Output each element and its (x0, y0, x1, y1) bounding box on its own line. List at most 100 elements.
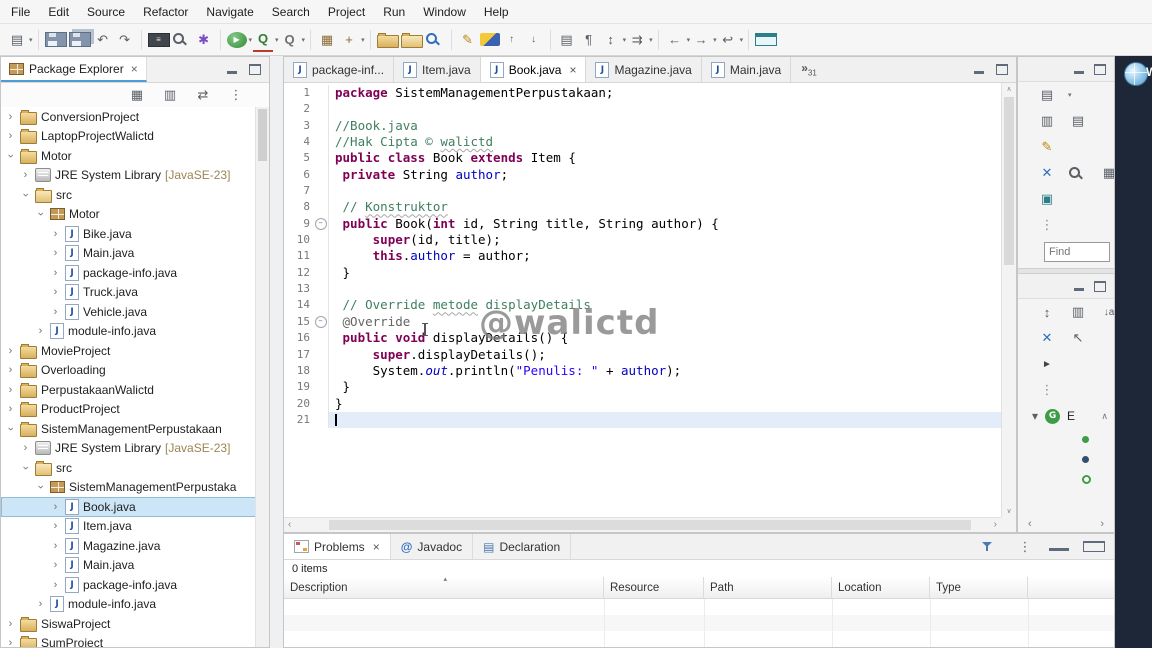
find-input[interactable] (1044, 242, 1110, 262)
code-text[interactable]: public class Book extends Item { (329, 150, 1001, 166)
code-text[interactable] (329, 101, 1001, 117)
column-header-resource[interactable]: Resource (604, 577, 704, 598)
editor-tab-item-java[interactable]: J Item.java (394, 57, 481, 82)
chevron-collapsed-icon[interactable]: › (50, 306, 61, 318)
link-with-editor-icon[interactable]: ⇄ (193, 84, 213, 106)
scroll-right-icon[interactable]: › (1100, 518, 1104, 530)
menu-help[interactable]: Help (475, 2, 518, 22)
package-explorer-tab[interactable]: Package Explorer × (1, 57, 147, 82)
code-line[interactable]: 15− @Override (284, 313, 1001, 331)
next-annotation-icon[interactable]: ↓ (524, 29, 544, 51)
chevron-down-icon[interactable]: ▾ (1032, 409, 1038, 423)
chevron-collapsed-icon[interactable]: › (5, 618, 16, 630)
code-line[interactable]: 19 } (284, 379, 1001, 396)
menu-project[interactable]: Project (319, 2, 374, 22)
tree-item-truck-java[interactable]: › J Truck.java (1, 283, 256, 303)
import-icon[interactable]: ▣ (1037, 188, 1057, 210)
tree-item-productproject[interactable]: › ProductProject (1, 400, 256, 420)
tree-item-sumproject[interactable]: › SumProject (1, 634, 256, 647)
dropdown-arrow-icon[interactable]: ▾ (361, 36, 365, 44)
code-text[interactable]: package SistemManagementPerpustakaan; (329, 85, 1001, 101)
chevron-expanded-icon[interactable]: › (20, 462, 32, 473)
close-view-icon[interactable]: × (131, 62, 138, 76)
editor-horizontal-scrollbar[interactable]: ‹ › (284, 517, 1001, 532)
tree-item-sistemmanagementperpustaka[interactable]: › SistemManagementPerpustaka (1, 478, 256, 498)
profile-icon[interactable]: Q (280, 29, 300, 51)
code-line[interactable]: 12 } (284, 264, 1001, 282)
drag-handle-icon[interactable]: ⋮ (1037, 379, 1057, 401)
clear-icon[interactable]: ✕ (1037, 327, 1057, 349)
chevron-expanded-icon[interactable]: › (35, 482, 47, 493)
chevron-collapsed-icon[interactable]: › (5, 130, 16, 142)
search-small-icon[interactable] (1068, 166, 1088, 181)
chevron-collapsed-icon[interactable]: › (35, 325, 46, 337)
editor-tab-main-java[interactable]: J Main.java (702, 57, 792, 82)
dropdown-arrow-icon[interactable]: ▾ (687, 36, 691, 44)
save-icon[interactable] (44, 32, 67, 47)
code-text[interactable]: } (329, 379, 1001, 395)
status-badge[interactable]: G (1045, 408, 1061, 424)
minimize-icon[interactable] (1074, 287, 1084, 291)
code-line[interactable]: 18 System.out.println("Penulis: " + auth… (284, 362, 1001, 380)
code-text[interactable]: super.displayDetails(); (329, 347, 1001, 363)
code-text[interactable]: //Hak Cipta © walictd (329, 134, 1001, 150)
column-header-location[interactable]: Location (832, 577, 930, 598)
problems-table-body[interactable] (284, 599, 1114, 647)
folder-closed-icon[interactable] (376, 32, 399, 48)
code-line[interactable]: 2 (284, 101, 1001, 118)
rail-tree-item[interactable] (1018, 449, 1114, 469)
coverage-icon[interactable]: Q (253, 28, 274, 52)
columns-icon[interactable]: ▥ (1068, 301, 1088, 323)
open-console-icon[interactable]: ≡ (147, 32, 170, 47)
close-view-icon[interactable]: × (373, 540, 380, 554)
code-text[interactable]: // Override metode displayDetails (329, 297, 1001, 313)
open-new-window-icon[interactable] (755, 33, 778, 46)
dropdown-arrow-icon[interactable]: ▾ (649, 36, 653, 44)
select-arrow-icon[interactable]: ► (1037, 353, 1057, 375)
tree-item-item-java[interactable]: › J Item.java (1, 517, 256, 537)
tree-item-module-info-java[interactable]: › Jmodule-info.java (1, 595, 256, 615)
fold-collapse-icon[interactable]: − (314, 217, 327, 230)
chevron-collapsed-icon[interactable]: › (50, 520, 61, 532)
sort-members-icon[interactable]: ↕ (601, 29, 621, 51)
menu-edit[interactable]: Edit (39, 2, 78, 22)
code-line[interactable]: 13 (284, 281, 1001, 298)
code-text[interactable]: } (329, 396, 1001, 412)
minimize-icon[interactable] (1074, 70, 1084, 74)
code-line[interactable]: 16 public void displayDetails() { (284, 330, 1001, 347)
editor-tab-package-inf-[interactable]: Jpackage-inf... (284, 57, 395, 82)
tree-item-conversionproject[interactable]: › ConversionProject (1, 107, 256, 127)
layout-vertical-icon[interactable]: ▤ (1068, 110, 1088, 132)
chevron-collapsed-icon[interactable]: › (50, 228, 61, 240)
column-header-type[interactable]: Type (930, 577, 1028, 598)
code-line[interactable]: 14 // Override metode displayDetails (284, 297, 1001, 314)
menu-file[interactable]: File (2, 2, 39, 22)
grid-small-icon[interactable]: ▦ (1099, 162, 1114, 184)
code-line[interactable]: 11 this.author = author; (284, 248, 1001, 265)
shift-right-icon[interactable]: ⇉ (627, 29, 647, 51)
menu-navigate[interactable]: Navigate (197, 2, 262, 22)
tree-item-vehicle-java[interactable]: › J Vehicle.java (1, 302, 256, 322)
new-package-icon[interactable]: + (339, 29, 359, 51)
editor-vertical-scrollbar[interactable]: ∧ ∨ (1001, 83, 1016, 517)
menu-search[interactable]: Search (263, 2, 319, 22)
code-text[interactable]: this.author = author; (329, 248, 1001, 264)
code-line[interactable]: 21 (284, 411, 1001, 429)
code-line[interactable]: 1 package SistemManagementPerpustakaan; (284, 85, 1001, 102)
code-line[interactable]: 17 super.displayDetails(); (284, 346, 1001, 363)
last-edit-location-icon[interactable]: ↩ (718, 29, 738, 51)
new-item-icon[interactable]: ▤ (1037, 84, 1057, 106)
tree-item-jre-system-library-[interactable]: › JRE System Library [JavaSE-23] (1, 166, 256, 186)
menu-run[interactable]: Run (374, 2, 414, 22)
dropdown-arrow-icon[interactable]: ▾ (623, 36, 627, 44)
chevron-collapsed-icon[interactable]: › (50, 267, 61, 279)
dropdown-arrow-icon[interactable]: ▾ (29, 36, 33, 44)
maximize-icon[interactable] (1083, 541, 1105, 552)
rail-tree-item[interactable] (1018, 469, 1114, 489)
chevron-collapsed-icon[interactable]: › (50, 501, 61, 513)
code-viewport[interactable]: 1 package SistemManagementPerpustakaan; 2 3… (284, 83, 1001, 517)
code-line[interactable]: 10 super(id, title); (284, 232, 1001, 249)
chevron-collapsed-icon[interactable]: › (50, 579, 61, 591)
code-text[interactable]: @Override (329, 314, 1001, 330)
tree-item-src[interactable]: › src (1, 458, 256, 478)
